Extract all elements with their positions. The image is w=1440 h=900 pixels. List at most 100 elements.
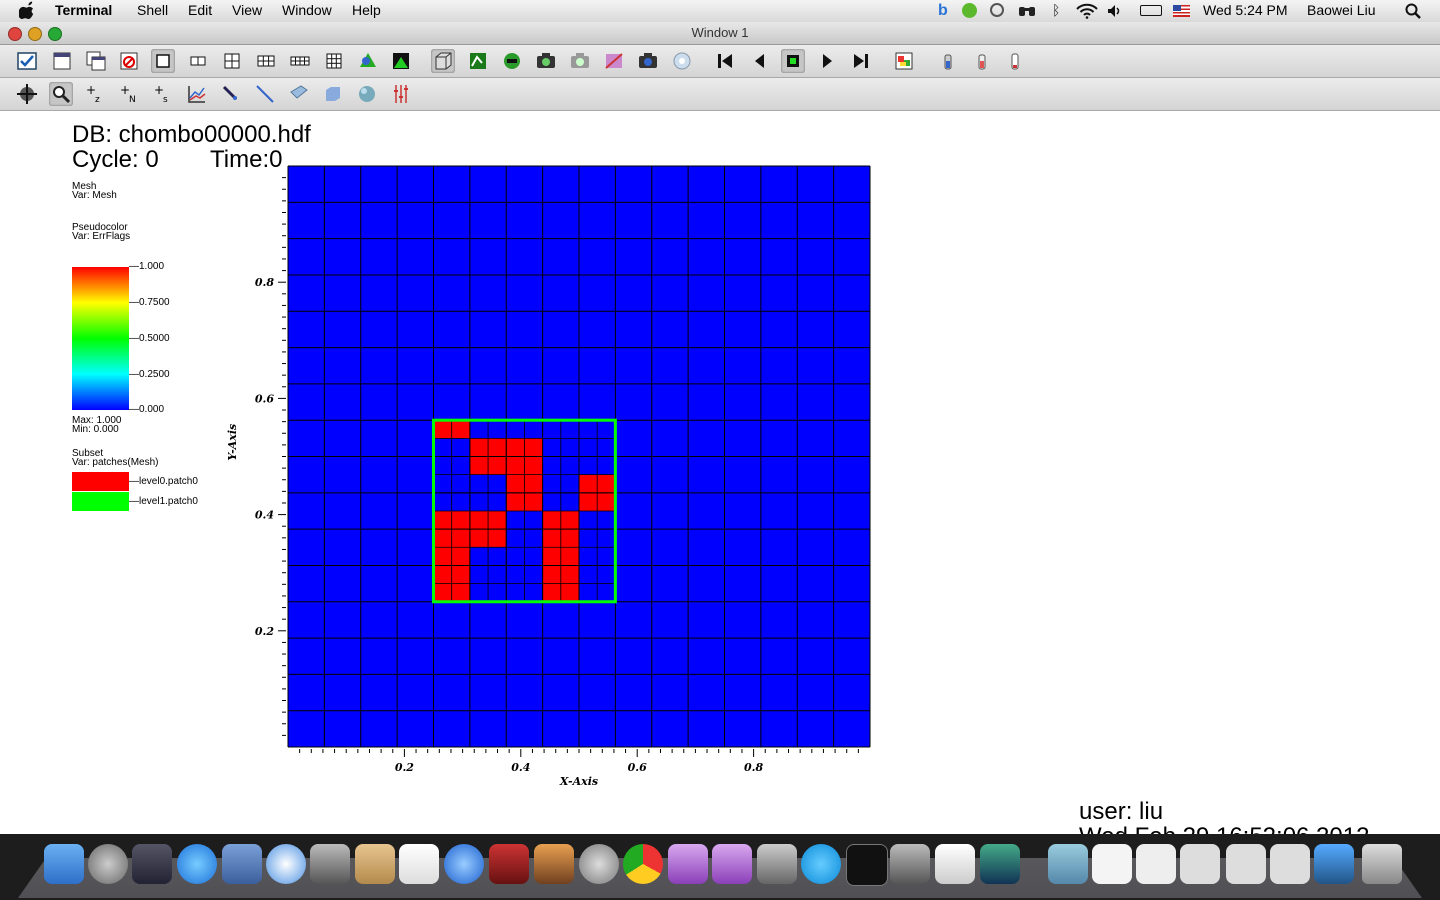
layout-2x2-icon[interactable] bbox=[220, 49, 244, 73]
battery-icon[interactable] bbox=[1140, 5, 1162, 16]
layout-2x4-icon[interactable] bbox=[288, 49, 312, 73]
wifi-icon[interactable] bbox=[1076, 3, 1098, 19]
minimized-window-1-icon[interactable] bbox=[1136, 844, 1176, 884]
invert-background-icon[interactable] bbox=[602, 49, 626, 73]
flagged-cell bbox=[524, 438, 543, 457]
terminal-icon[interactable] bbox=[846, 844, 888, 886]
window-titlebar[interactable]: Window 1 bbox=[0, 22, 1440, 45]
launchpad-icon[interactable] bbox=[88, 844, 128, 884]
menu-help[interactable]: Help bbox=[352, 2, 381, 18]
print-window-icon[interactable] bbox=[568, 49, 592, 73]
zoom-window-button[interactable] bbox=[48, 27, 62, 41]
photo-booth-icon[interactable] bbox=[489, 844, 529, 884]
save-window-icon[interactable] bbox=[534, 49, 558, 73]
reverse-step-icon[interactable] bbox=[747, 49, 771, 73]
mail-icon[interactable] bbox=[222, 844, 262, 884]
iphoto-icon[interactable] bbox=[534, 844, 574, 884]
lineout-icon[interactable] bbox=[219, 82, 243, 106]
menu-shell[interactable]: Shell bbox=[137, 2, 168, 18]
clear-checkbox-icon[interactable] bbox=[15, 49, 39, 73]
minimized-window-2-icon[interactable] bbox=[1180, 844, 1220, 884]
binoculars-icon[interactable] bbox=[1018, 4, 1036, 17]
line-tool-icon[interactable] bbox=[253, 82, 277, 106]
layout-1x1-icon[interactable] bbox=[151, 49, 175, 73]
minimized-window-3-icon[interactable] bbox=[1226, 844, 1266, 884]
new-window-icon[interactable] bbox=[50, 49, 74, 73]
clone-window-icon[interactable] bbox=[84, 49, 108, 73]
set-view-icon[interactable] bbox=[636, 49, 660, 73]
bottle-icon[interactable] bbox=[936, 49, 960, 73]
play-icon[interactable] bbox=[815, 49, 839, 73]
bluetooth-icon[interactable]: ᛒ bbox=[1052, 2, 1060, 18]
menubar-clock[interactable]: Wed 5:24 PM bbox=[1203, 2, 1288, 18]
chrome-icon[interactable] bbox=[623, 844, 663, 884]
time-machine-icon[interactable] bbox=[990, 3, 1004, 17]
trash-icon[interactable] bbox=[1362, 844, 1402, 884]
mission-control-icon[interactable] bbox=[132, 844, 172, 884]
close-window-button[interactable] bbox=[8, 27, 22, 41]
mesh-plot[interactable]: 0.2 0.4 0.6 0.8 0.8 0.6 0.4 0.2 X-Axis Y-Axis bbox=[0, 111, 900, 811]
volume-icon[interactable] bbox=[1107, 4, 1123, 18]
documents-folder-icon[interactable] bbox=[1048, 844, 1088, 884]
layout-1x2-icon[interactable] bbox=[186, 49, 210, 73]
delete-window-icon[interactable] bbox=[117, 49, 141, 73]
visit-icon[interactable] bbox=[980, 844, 1020, 884]
annotation-icon[interactable] bbox=[892, 49, 916, 73]
bottle-red-icon[interactable] bbox=[970, 49, 994, 73]
utilities-icon[interactable] bbox=[757, 844, 797, 884]
lock-view-icon[interactable] bbox=[389, 49, 413, 73]
us-flag-icon[interactable] bbox=[1173, 5, 1190, 17]
skype-icon[interactable] bbox=[801, 844, 841, 884]
axis-restriction-icon[interactable] bbox=[389, 82, 413, 106]
draw-plots-icon[interactable] bbox=[466, 49, 490, 73]
minimized-window-4-icon[interactable] bbox=[1270, 844, 1310, 884]
bottle-empty-icon[interactable] bbox=[1003, 49, 1027, 73]
recenter-view-icon[interactable] bbox=[670, 49, 694, 73]
node-pick-icon[interactable]: + N bbox=[117, 82, 141, 106]
zoom-mode-icon[interactable] bbox=[49, 82, 73, 106]
flagged-cell bbox=[506, 474, 525, 493]
app-menu-terminal[interactable]: Terminal bbox=[55, 2, 112, 18]
apple-menu-icon[interactable] bbox=[19, 1, 37, 19]
first-frame-icon[interactable] bbox=[713, 49, 737, 73]
bing-icon[interactable]: b bbox=[938, 3, 952, 19]
spotlight-search-icon[interactable] bbox=[1405, 3, 1421, 19]
forward-step-icon[interactable] bbox=[849, 49, 873, 73]
clear-plots-icon[interactable] bbox=[500, 49, 524, 73]
evernote-icon[interactable] bbox=[962, 3, 977, 18]
visualization-area[interactable]: DB: chombo00000.hdf Cycle: 0 Time:0 Mesh… bbox=[0, 111, 1440, 849]
itunes-icon[interactable] bbox=[444, 844, 484, 884]
spreadsheet-pick-icon[interactable]: + s bbox=[151, 82, 175, 106]
facetime-icon[interactable] bbox=[310, 844, 350, 884]
safari-icon[interactable] bbox=[266, 844, 306, 884]
stop-animation-icon[interactable] bbox=[781, 49, 805, 73]
eclipse-w-icon[interactable] bbox=[712, 844, 752, 884]
x-tick-label: 0.2 bbox=[395, 761, 414, 774]
x11-icon[interactable] bbox=[935, 844, 975, 884]
system-preferences-icon[interactable] bbox=[579, 844, 619, 884]
finder-icon[interactable] bbox=[44, 844, 84, 884]
menu-view[interactable]: View bbox=[232, 2, 262, 18]
file-stack-icon[interactable] bbox=[1092, 844, 1132, 884]
layout-2x3-icon[interactable] bbox=[254, 49, 278, 73]
zone-pick-icon[interactable]: + z bbox=[83, 82, 107, 106]
layout-3x3-icon[interactable] bbox=[322, 49, 346, 73]
navigate-mode-icon[interactable] bbox=[15, 82, 39, 106]
menu-edit[interactable]: Edit bbox=[188, 2, 212, 18]
ical-icon[interactable] bbox=[399, 844, 439, 884]
preview-icon[interactable] bbox=[890, 844, 930, 884]
toggle-3d-icon[interactable] bbox=[431, 49, 455, 73]
plane-tool-icon[interactable] bbox=[287, 82, 311, 106]
sphere-tool-icon[interactable] bbox=[355, 82, 379, 106]
menu-window[interactable]: Window bbox=[282, 2, 332, 18]
active-source-icon[interactable] bbox=[356, 49, 380, 73]
app-store-icon[interactable] bbox=[177, 844, 217, 884]
zone-pick-query-icon[interactable] bbox=[185, 82, 209, 106]
flagged-cell bbox=[451, 547, 470, 566]
minimized-window-5-icon[interactable] bbox=[1314, 844, 1354, 884]
box-tool-icon[interactable] bbox=[321, 82, 345, 106]
menubar-user[interactable]: Baowei Liu bbox=[1307, 2, 1376, 18]
address-book-icon[interactable] bbox=[355, 844, 395, 884]
eclipse-e-icon[interactable] bbox=[668, 844, 708, 884]
minimize-window-button[interactable] bbox=[28, 27, 42, 41]
